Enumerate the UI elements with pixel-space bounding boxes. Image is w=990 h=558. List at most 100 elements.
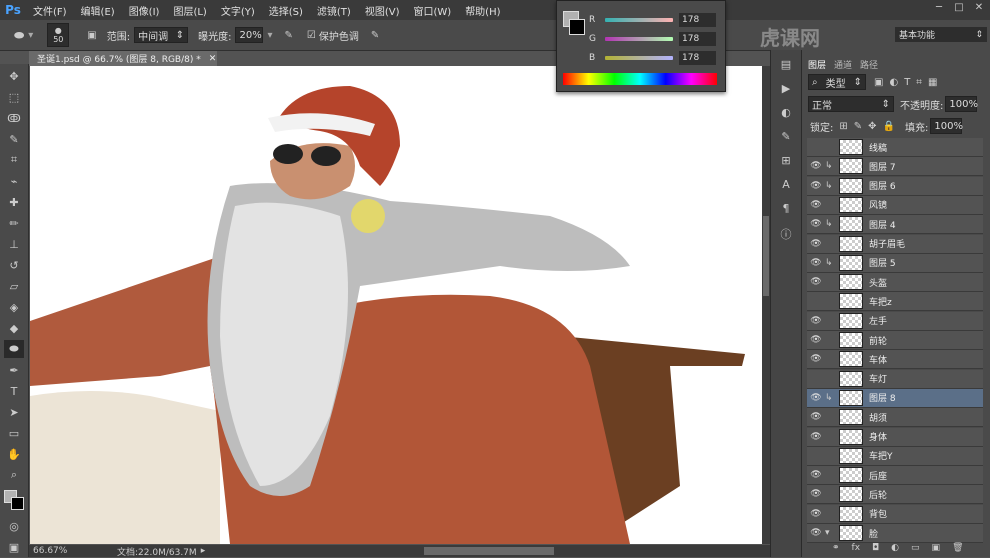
layer-name[interactable]: 后座 (869, 469, 887, 482)
lock-pixels-icon[interactable]: ✎ (854, 121, 862, 132)
character-panel-icon[interactable]: A (776, 178, 796, 196)
visibility-eye-icon[interactable]: 👁 (807, 412, 825, 422)
quick-select-tool-icon[interactable]: ✎ (4, 130, 24, 148)
layer-row[interactable]: 👁 左手 (807, 311, 983, 331)
mask-icon[interactable]: ◘ (872, 543, 879, 557)
info-panel-icon[interactable]: ⓘ (776, 226, 796, 244)
layer-thumbnail[interactable] (839, 254, 863, 271)
layer-thumbnail[interactable] (839, 370, 863, 387)
path-select-icon[interactable]: ➤ (4, 403, 24, 421)
visibility-eye-icon[interactable]: 👁 (807, 219, 825, 229)
layer-row[interactable]: 车把Y (807, 446, 983, 466)
layer-row[interactable]: 👁 后轮 (807, 485, 983, 505)
layer-name[interactable]: 背包 (869, 507, 887, 520)
brush-tool-icon[interactable]: ✏ (4, 214, 24, 232)
layer-row[interactable]: 👁 背包 (807, 504, 983, 524)
layer-name[interactable]: 车灯 (869, 372, 887, 385)
history-brush-icon[interactable]: ↺ (4, 256, 24, 274)
eraser-tool-icon[interactable]: ▱ (4, 277, 24, 295)
blue-slider[interactable] (605, 56, 673, 60)
layer-name[interactable]: 风镜 (869, 198, 887, 211)
menu-select[interactable]: 选择(S) (262, 3, 310, 18)
filter-shape-icon[interactable]: ⌗ (916, 77, 922, 88)
layer-name[interactable]: 身体 (869, 430, 887, 443)
panel-background-swatch[interactable] (569, 19, 585, 35)
tool-presets-icon[interactable]: ⊞ (776, 154, 796, 172)
workspace-switcher[interactable]: 基本功能 ⇕ (895, 27, 987, 42)
color-spectrum-bar[interactable] (563, 73, 717, 85)
layer-thumbnail[interactable] (839, 235, 863, 252)
menu-edit[interactable]: 编辑(E) (74, 3, 122, 18)
layer-thumbnail[interactable] (839, 389, 863, 406)
layer-name[interactable]: 脸 (869, 527, 878, 540)
lock-all-icon[interactable]: 🔒 (883, 121, 895, 132)
move-tool-icon[interactable]: ✥ (4, 67, 24, 85)
layer-name[interactable]: 左手 (869, 314, 887, 327)
layer-row[interactable]: 👁 ↳ 图层 5 (807, 253, 983, 273)
visibility-eye-icon[interactable]: 👁 (807, 470, 825, 480)
background-color[interactable] (11, 497, 24, 510)
blue-value-input[interactable]: 178 (679, 51, 716, 65)
layer-name[interactable]: 车体 (869, 353, 887, 366)
menu-view[interactable]: 视图(V) (358, 3, 407, 18)
layer-row[interactable]: 👁 ▾ 脸 (807, 524, 983, 543)
red-value-input[interactable]: 178 (679, 13, 716, 27)
visibility-eye-icon[interactable]: 👁 (807, 181, 825, 191)
layer-row[interactable]: 👁 身体 (807, 427, 983, 447)
layer-name[interactable]: 图层 6 (869, 179, 896, 192)
layer-row[interactable]: 👁 ↳ 图层 7 (807, 157, 983, 177)
group-expand-icon[interactable]: ▾ (825, 528, 835, 538)
layer-thumbnail[interactable] (839, 139, 863, 155)
paragraph-panel-icon[interactable]: ¶ (776, 202, 796, 220)
layer-name[interactable]: 车把z (869, 295, 892, 308)
visibility-eye-icon[interactable]: 👁 (807, 161, 825, 171)
layer-thumbnail[interactable] (839, 467, 863, 484)
layer-thumbnail[interactable] (839, 428, 863, 445)
burn-tool-icon[interactable]: ⬬ (14, 28, 24, 43)
layer-filter-select[interactable]: ⌕ 类型 ⇕ (808, 74, 866, 90)
layer-name[interactable]: 图层 4 (869, 218, 896, 231)
layer-row[interactable]: 👁 后座 (807, 466, 983, 486)
fx-icon[interactable]: fx (852, 543, 861, 557)
status-menu-arrow-icon[interactable]: ▸ (201, 546, 206, 556)
layer-name[interactable]: 前轮 (869, 334, 887, 347)
layer-row[interactable]: 👁 前轮 (807, 331, 983, 350)
layer-thumbnail[interactable] (839, 409, 863, 426)
maximize-icon[interactable]: □ (950, 2, 968, 16)
history-panel-icon[interactable]: ▤ (776, 58, 796, 76)
folder-icon[interactable]: ▭ (911, 543, 920, 557)
menu-layer[interactable]: 图层(L) (166, 3, 213, 18)
actions-panel-icon[interactable]: ▶ (776, 82, 796, 100)
visibility-eye-icon[interactable]: 👁 (807, 277, 825, 287)
type-tool-icon[interactable]: T (4, 382, 24, 400)
canvas[interactable] (30, 66, 762, 544)
menu-image[interactable]: 图像(I) (122, 3, 167, 18)
adjustment-layer-icon[interactable]: ◐ (891, 543, 899, 557)
tab-channels[interactable]: 通道 (834, 58, 852, 72)
lock-position-icon[interactable]: ✥ (868, 121, 876, 132)
adjustments-panel-icon[interactable]: ◐ (776, 106, 796, 124)
layer-row[interactable]: 👁 车体 (807, 350, 983, 370)
visibility-eye-icon[interactable]: 👁 (807, 239, 825, 249)
brush-panel-icon[interactable]: ▣ (87, 30, 96, 41)
layer-thumbnail[interactable] (839, 332, 863, 348)
chevron-down-icon[interactable]: ▾ (267, 30, 272, 41)
layer-thumbnail[interactable] (839, 486, 863, 503)
layer-name[interactable]: 图层 8 (869, 391, 896, 404)
layer-name[interactable]: 胡子眉毛 (869, 237, 905, 250)
layer-row[interactable]: 线稿 (807, 138, 983, 157)
vertical-scroll-thumb[interactable] (763, 216, 769, 296)
menu-file[interactable]: 文件(F) (26, 3, 74, 18)
layer-row[interactable]: 车把z (807, 292, 983, 312)
menu-filter[interactable]: 滤镜(T) (310, 3, 358, 18)
visibility-eye-icon[interactable]: 👁 (807, 528, 825, 538)
hand-tool-icon[interactable]: ✋ (4, 445, 24, 463)
blend-mode-select[interactable]: 正常 ⇕ (808, 96, 894, 112)
red-slider[interactable] (605, 18, 673, 22)
layer-thumbnail[interactable] (839, 447, 863, 464)
layer-thumbnail[interactable] (839, 177, 863, 194)
visibility-eye-icon[interactable]: 👁 (807, 200, 825, 210)
exposure-input[interactable]: 20% (235, 27, 264, 43)
doc-size[interactable]: 文档:22.0M/63.7M (117, 545, 197, 558)
stamp-tool-icon[interactable]: ⊥ (4, 235, 24, 253)
